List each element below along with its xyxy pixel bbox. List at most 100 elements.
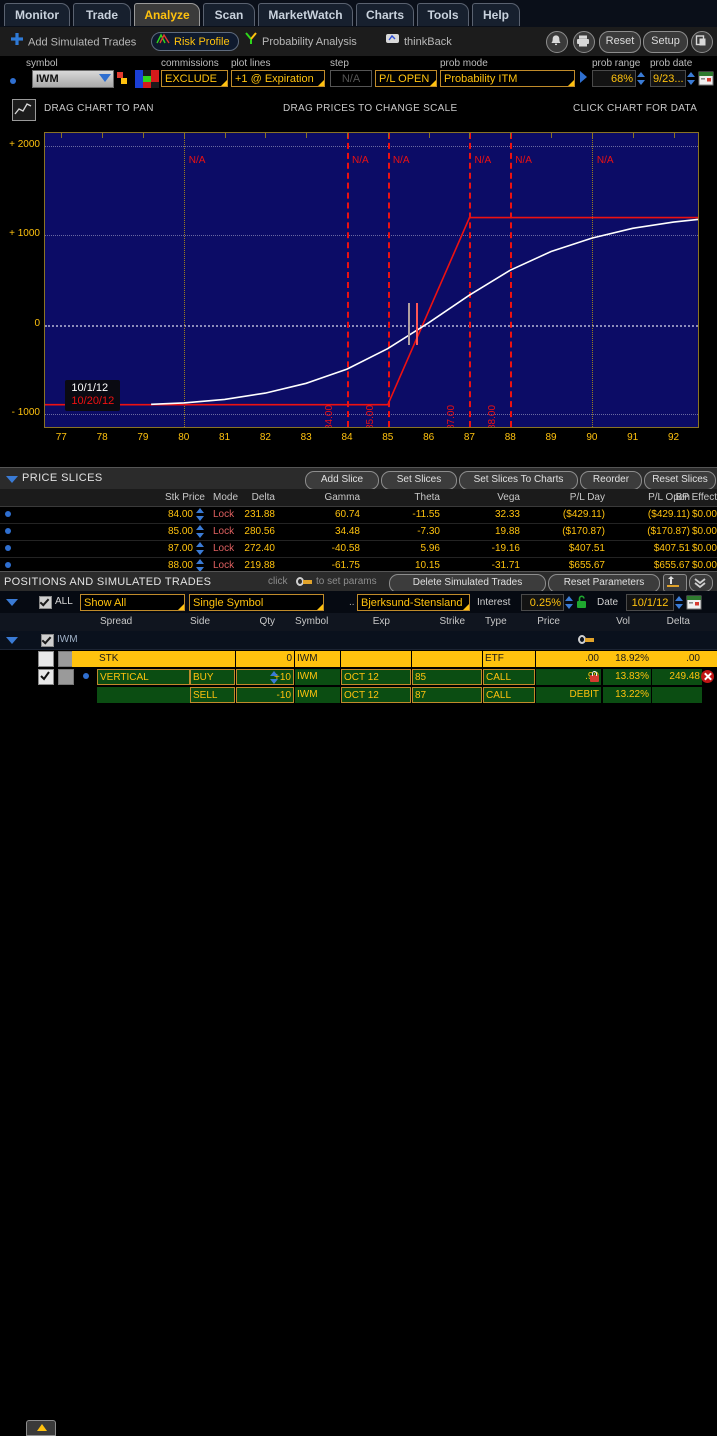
row-select-checkbox[interactable] [38,669,54,685]
tab-help[interactable]: Help [472,3,520,26]
cell-type[interactable]: CALL [483,687,535,703]
chart-plot-area[interactable]: N/A N/A N/A 84.00 N/A 85.00 N/A 87.00 N/A 88.00 10… [44,132,699,428]
tab-tools[interactable]: Tools [417,3,469,26]
tab-analyze[interactable]: Analyze [134,3,200,26]
cell-symbol[interactable]: IWM [295,687,340,703]
positions-column-header-cell[interactable]: Spread [100,616,132,627]
positions-column-header-cell[interactable]: Side [190,616,210,627]
price-slice-row[interactable]: 84.00 Lock 231.88 60.74 -11.55 32.33 ($429.11)… [0,506,717,524]
unlocked-icon[interactable] [576,595,587,612]
cell-delta[interactable]: .00 [652,651,702,667]
cell-qty[interactable]: 0 [236,651,294,667]
calendar-icon[interactable] [698,70,714,89]
detach-window-icon[interactable] [691,31,713,53]
bell-icon[interactable] [546,31,568,53]
expand-settings-arrow-icon[interactable] [580,71,587,83]
slice-enabled-dot[interactable] [5,511,11,517]
column-header[interactable]: Delta [252,492,275,503]
price-slices-collapse-icon[interactable] [6,476,18,483]
subtool-probability-analysis[interactable]: Probability Analysis [244,32,357,51]
row-indicator-dot[interactable] [83,673,89,679]
analysis-date-stepper[interactable] [675,594,684,611]
stk-price-stepper[interactable] [196,540,205,557]
set-params-wrench-icon[interactable] [578,635,594,644]
cell-vol[interactable]: 13.22% [603,687,651,703]
cell-exp[interactable]: OCT 12 [341,669,411,685]
cell-spread[interactable]: VERTICAL [97,669,190,685]
subtool-risk-profile[interactable]: Risk Profile [151,32,239,51]
cell-symbol[interactable]: IWM [295,669,340,685]
column-header[interactable]: P/L Day [570,492,605,503]
positions-column-header-cell[interactable]: Strike [439,616,465,627]
cell-price[interactable]: DEBIT [536,687,601,703]
cell-vol[interactable]: 13.83% [603,669,651,685]
reset-button[interactable]: Reset [599,31,641,53]
export-icon[interactable] [663,574,687,592]
set-slices-to-charts-button[interactable]: Set Slices To Charts [459,471,578,490]
cell-side[interactable]: BUY [190,669,235,685]
prob-range-stepper[interactable] [637,70,646,87]
cell-strike[interactable]: 85 [412,669,482,685]
cell-spread[interactable] [97,687,190,703]
add-slice-button[interactable]: Add Slice [305,471,379,490]
set-slices-button[interactable]: Set Slices [381,471,457,490]
pl-mode-select[interactable]: P/L OPEN [375,70,437,87]
cell-qty[interactable]: +10 [236,669,294,685]
chart-thumbnail-icon[interactable] [12,99,36,121]
cell-side[interactable] [190,651,235,667]
tab-scan[interactable]: Scan [203,3,255,26]
cell-delta[interactable]: 249.48 [652,669,702,685]
cell-qty[interactable]: -10 [236,687,294,703]
cell-vol[interactable]: 18.92% [603,651,651,667]
cell-type[interactable]: ETF [483,651,535,667]
positions-column-header-cell[interactable]: Type [485,616,507,627]
positions-column-header-cell[interactable]: Exp [373,616,390,627]
single-symbol-select[interactable]: Single Symbol [189,594,324,611]
row-lock-toggle[interactable] [58,669,74,685]
all-checkbox[interactable] [39,596,52,609]
calendar-icon[interactable] [686,594,702,613]
column-header[interactable]: Vega [497,492,520,503]
cell-price[interactable]: .00 [536,651,601,667]
cell-type[interactable]: CALL [483,669,535,685]
slice-enabled-dot[interactable] [5,545,11,551]
positions-symbol-group-row[interactable]: IWM [0,631,717,650]
trade-row[interactable]: VERTICALBUY+10IWMOCT 1285CALL.9013.83%24… [0,668,717,686]
positions-column-header-cell[interactable]: Qty [259,616,275,627]
collapse-all-icon[interactable] [689,574,713,592]
locked-icon[interactable] [590,671,599,682]
symbol-dropdown-arrow[interactable] [99,74,111,82]
cell-strike[interactable] [412,651,482,667]
slice-enabled-dot[interactable] [5,528,11,534]
tab-marketwatch[interactable]: MarketWatch [258,3,353,26]
symbol-group-checkbox[interactable] [41,634,54,647]
interest-stepper[interactable] [565,594,574,611]
analysis-date-input[interactable]: 10/1/12 [626,594,674,611]
plot-color-grid-icon[interactable] [135,70,159,92]
column-header[interactable]: Stk Price [165,492,205,503]
tab-monitor[interactable]: Monitor [4,3,70,26]
positions-column-header-cell[interactable]: Delta [667,616,690,627]
prob-date-stepper[interactable] [687,70,696,87]
subtool-thinkback[interactable]: thinkBack [385,32,452,51]
prob-range-input[interactable]: 68% [592,70,636,87]
printer-icon[interactable] [573,31,595,53]
plot-lines-select[interactable]: +1 @ Expiration [231,70,325,87]
column-header[interactable]: Theta [414,492,440,503]
price-slice-row[interactable]: 85.00 Lock 280.56 34.48 -7.30 19.88 ($170.87) (… [0,523,717,541]
symbol-group-collapse-icon[interactable] [6,637,18,644]
column-header[interactable]: BP Effect [676,492,717,503]
setup-button[interactable]: Setup [643,31,688,53]
column-header[interactable]: Gamma [324,492,360,503]
reset-slices-button[interactable]: Reset Slices [644,471,716,490]
positions-column-header-cell[interactable]: Vol [616,616,630,627]
tab-charts[interactable]: Charts [356,3,414,26]
prob-mode-select[interactable]: Probability ITM [440,70,575,87]
column-header[interactable]: Mode [213,492,238,503]
positions-column-header-cell[interactable]: Symbol [295,616,328,627]
cell-symbol[interactable]: IWM [295,651,340,667]
cell-exp[interactable]: OCT 12 [341,687,411,703]
commissions-select[interactable]: EXCLUDE [161,70,228,87]
cell-delta[interactable] [652,687,702,703]
prob-date-input[interactable]: 9/23... [650,70,686,87]
